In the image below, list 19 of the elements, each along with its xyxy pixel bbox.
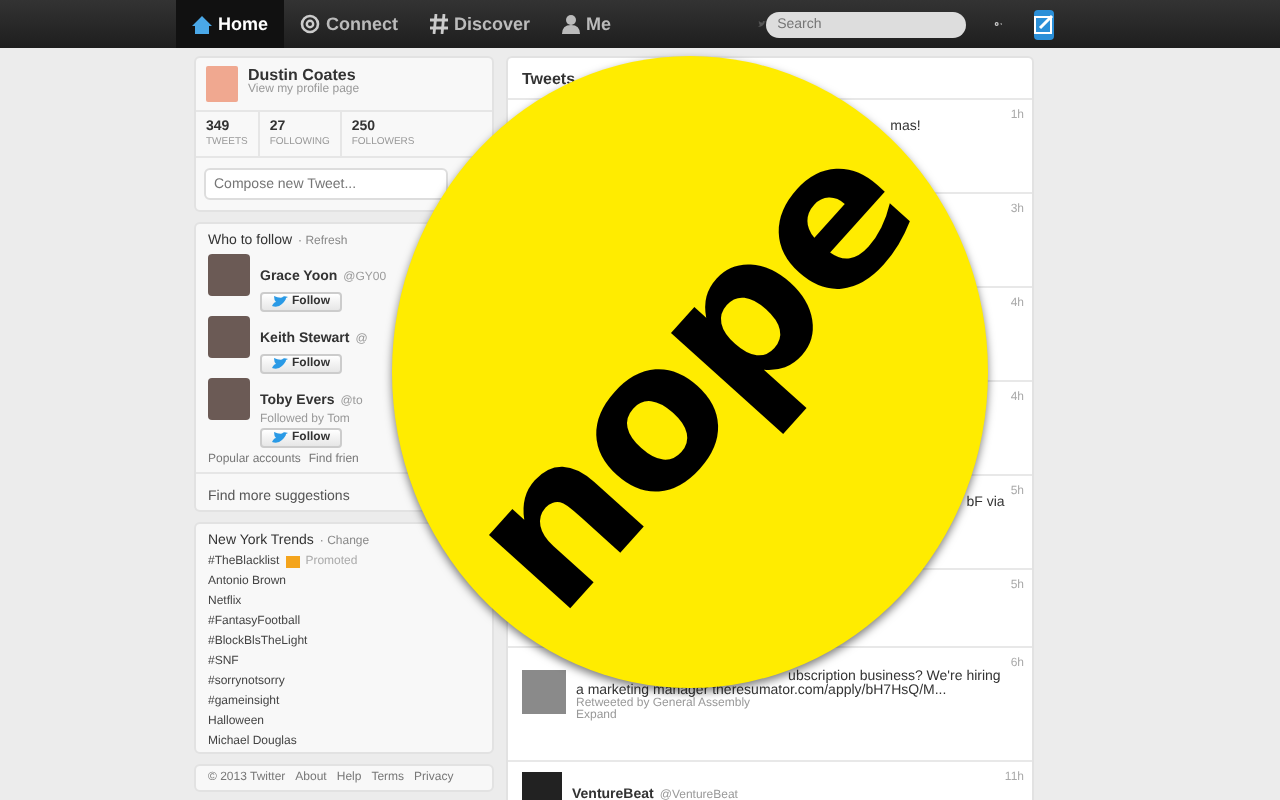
photo-placeholder xyxy=(208,316,250,358)
nav-tab[interactable]: Discover xyxy=(414,0,547,48)
nav-tab[interactable]: Me xyxy=(546,0,628,48)
at-icon xyxy=(300,14,321,34)
photo-placeholder xyxy=(208,378,250,420)
bird-icon xyxy=(272,296,288,308)
nav-tab[interactable]: Home xyxy=(176,0,285,48)
pencil-icon xyxy=(1034,14,1054,34)
profile-name[interactable]: Dustin Coates xyxy=(248,66,360,84)
photo-placeholder xyxy=(208,254,250,296)
avatar-icon xyxy=(206,66,238,102)
bird-icon xyxy=(272,432,288,444)
bird-icon xyxy=(272,358,288,370)
person-icon xyxy=(562,14,581,34)
nav-tab[interactable]: Connect xyxy=(284,0,415,48)
promoted-icon xyxy=(285,556,300,568)
compose-button[interactable] xyxy=(1034,9,1054,39)
hash-icon xyxy=(430,14,449,34)
home-icon xyxy=(192,15,212,33)
